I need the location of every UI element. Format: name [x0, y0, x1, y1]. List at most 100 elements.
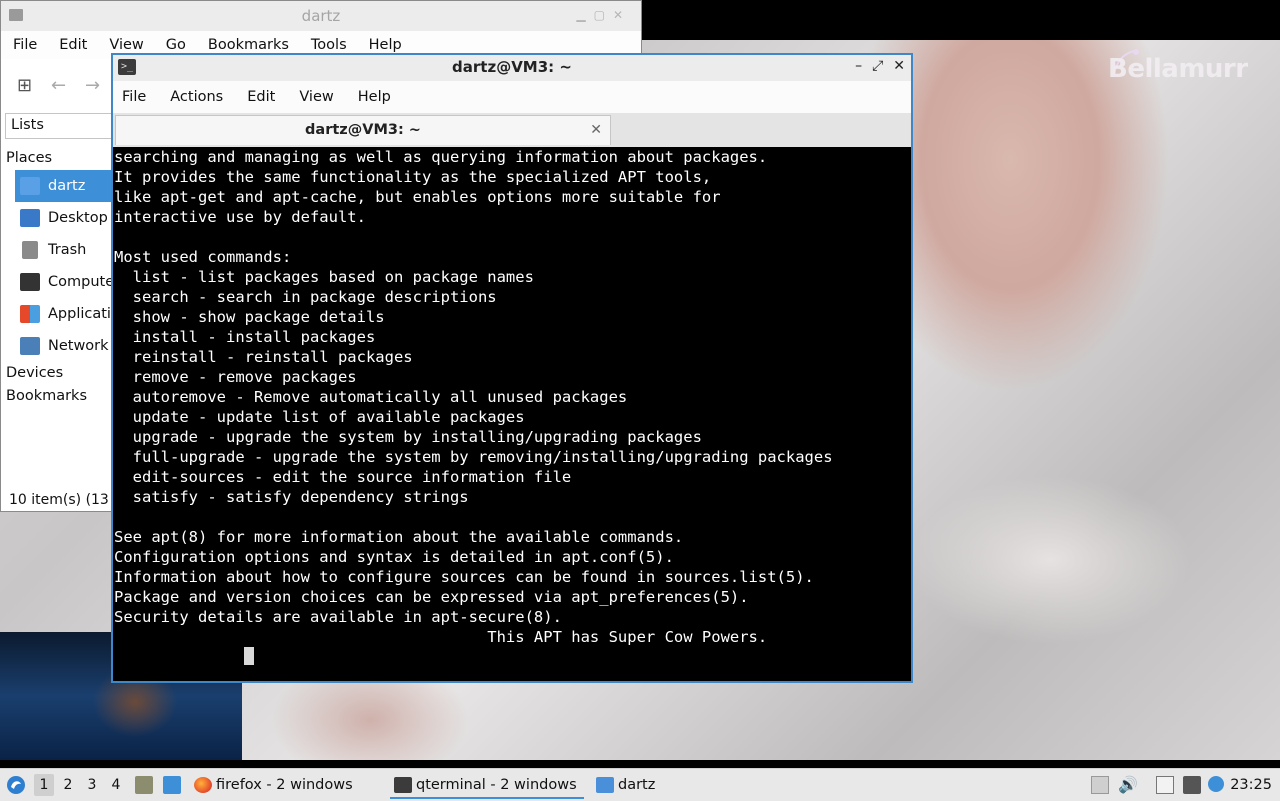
desktop-switch-1[interactable]: 1: [34, 774, 54, 796]
tab-close-icon[interactable]: ✕: [590, 116, 602, 144]
terminal-window: >_ dartz@VM3: ~ – ⤢ ✕ File Actions Edit Vi…: [111, 53, 913, 683]
terminal-line: Configuration options and syntax is deta…: [114, 548, 674, 566]
trash-icon: [22, 241, 38, 259]
terminal-line: search - search in package descriptions: [114, 288, 497, 306]
tray-expand-icon[interactable]: [1091, 776, 1109, 794]
menu-tools[interactable]: Tools: [311, 37, 347, 53]
network-icon: [20, 337, 40, 355]
task-label: qterminal - 2 windows: [416, 777, 577, 793]
sidebar-item-label: Desktop: [48, 210, 108, 226]
terminal-line: full-upgrade - upgrade the system by rem…: [114, 448, 833, 466]
minimize-icon[interactable]: ▁: [576, 8, 593, 22]
terminal-line: Package and version choices can be expre…: [114, 588, 749, 606]
terminal-tabbar: dartz@VM3: ~ ✕: [113, 113, 911, 147]
start-menu-icon[interactable]: [6, 775, 26, 795]
computer-icon: [20, 273, 40, 291]
desktop-icon: [20, 209, 40, 227]
home-folder-icon: [20, 177, 40, 195]
file-manager-launcher-icon[interactable]: [135, 776, 153, 794]
update-notifier-icon[interactable]: [1208, 776, 1224, 792]
task-firefox[interactable]: firefox - 2 windows: [190, 771, 353, 799]
menu-actions[interactable]: Actions: [170, 89, 223, 105]
menu-edit[interactable]: Edit: [247, 89, 275, 105]
menu-file[interactable]: File: [122, 89, 146, 105]
task-label: firefox - 2 windows: [216, 777, 353, 793]
menu-edit[interactable]: Edit: [59, 37, 87, 53]
firefox-icon: [194, 777, 212, 793]
terminal-tab[interactable]: dartz@VM3: ~ ✕: [115, 115, 611, 145]
clipboard-icon[interactable]: [1156, 776, 1174, 794]
folder-icon: [596, 777, 614, 793]
menu-help[interactable]: Help: [369, 37, 402, 53]
terminal-output[interactable]: searching and managing as well as queryi…: [113, 147, 911, 681]
terminal-line: It provides the same functionality as th…: [114, 168, 712, 186]
applications-icon: [20, 305, 40, 323]
clock[interactable]: 23:25: [1230, 769, 1272, 801]
terminal-line: upgrade - upgrade the system by installi…: [114, 428, 702, 446]
volume-icon[interactable]: 🔊: [1118, 776, 1138, 794]
menu-bookmarks[interactable]: Bookmarks: [208, 37, 289, 53]
terminal-line: satisfy - satisfy dependency strings: [114, 488, 469, 506]
terminal-title: dartz@VM3: ~: [452, 58, 572, 76]
menu-help[interactable]: Help: [358, 89, 391, 105]
terminal-line: Security details are available in apt-se…: [114, 608, 562, 626]
terminal-line: update - update list of available packag…: [114, 408, 525, 426]
window-controls: ▁▢✕: [576, 8, 631, 22]
sidebar-item-label: Compute: [48, 274, 115, 290]
desktop-top-band: [640, 0, 1280, 40]
terminal-line: interactive use by default.: [114, 208, 366, 226]
sidebar-item-label: Trash: [48, 242, 87, 258]
terminal-line: like apt-get and apt-cache, but enables …: [114, 188, 721, 206]
minimize-icon[interactable]: –: [855, 58, 862, 74]
terminal-line: See apt(8) for more information about th…: [114, 528, 684, 546]
sidebar-item-label: dartz: [48, 178, 86, 194]
side-pane-mode-select[interactable]: Lists: [5, 113, 125, 139]
window-controls: – ⤢ ✕: [845, 58, 905, 74]
terminal-line: searching and managing as well as queryi…: [114, 148, 768, 166]
menu-go[interactable]: Go: [166, 37, 186, 53]
menu-file[interactable]: File: [13, 37, 37, 53]
desktop-switch-3[interactable]: 3: [82, 774, 102, 796]
terminal-line: Most used commands:: [114, 248, 292, 266]
terminal-line: remove - remove packages: [114, 368, 357, 386]
taskbar: 1 2 3 4 firefox - 2 windows qterminal - …: [0, 768, 1280, 801]
terminal-line: Information about how to configure sourc…: [114, 568, 814, 586]
new-tab-icon[interactable]: ⊞: [17, 75, 32, 96]
terminal-menubar: File Actions Edit View Help: [113, 81, 911, 113]
file-manager-titlebar[interactable]: dartz ▁▢✕: [1, 1, 641, 31]
close-icon[interactable]: ✕: [613, 8, 631, 22]
terminal-line: show - show package details: [114, 308, 385, 326]
forward-arrow-icon[interactable]: →: [85, 75, 100, 96]
sidebar-item-label: Applicatio: [48, 306, 120, 322]
sidebar-item-label: Network: [48, 338, 109, 354]
status-bar: 10 item(s) (13 h: [9, 492, 123, 508]
terminal-icon: [394, 777, 412, 793]
desktop-switch-4[interactable]: 4: [106, 774, 126, 796]
text-cursor: [244, 647, 254, 665]
terminal-lines: searching and managing as well as queryi…: [113, 147, 911, 647]
watermark-text: Bellamurr: [1108, 54, 1248, 84]
terminal-line: This APT has Super Cow Powers.: [114, 628, 768, 646]
task-label: dartz: [618, 777, 656, 793]
network-status-icon[interactable]: [1183, 776, 1201, 794]
close-icon[interactable]: ✕: [893, 58, 905, 74]
terminal-line: install - install packages: [114, 328, 376, 346]
task-qterminal[interactable]: qterminal - 2 windows: [390, 771, 584, 799]
terminal-line: list - list packages based on package na…: [114, 268, 534, 286]
desktop-switch-2[interactable]: 2: [58, 774, 78, 796]
back-arrow-icon[interactable]: ←: [51, 75, 66, 96]
file-manager-title: dartz: [301, 7, 341, 25]
menu-view[interactable]: View: [299, 89, 333, 105]
terminal-line: autoremove - Remove automatically all un…: [114, 388, 628, 406]
maximize-icon[interactable]: ▢: [594, 8, 613, 22]
task-file-manager[interactable]: dartz: [592, 771, 655, 799]
terminal-titlebar[interactable]: >_ dartz@VM3: ~ – ⤢ ✕: [113, 55, 911, 81]
show-desktop-icon[interactable]: [163, 776, 181, 794]
menu-view[interactable]: View: [109, 37, 143, 53]
terminal-line: reinstall - reinstall packages: [114, 348, 413, 366]
maximize-icon[interactable]: ⤢: [872, 58, 883, 74]
terminal-tab-label: dartz@VM3: ~: [305, 122, 421, 138]
terminal-line: edit-sources - edit the source informati…: [114, 468, 572, 486]
